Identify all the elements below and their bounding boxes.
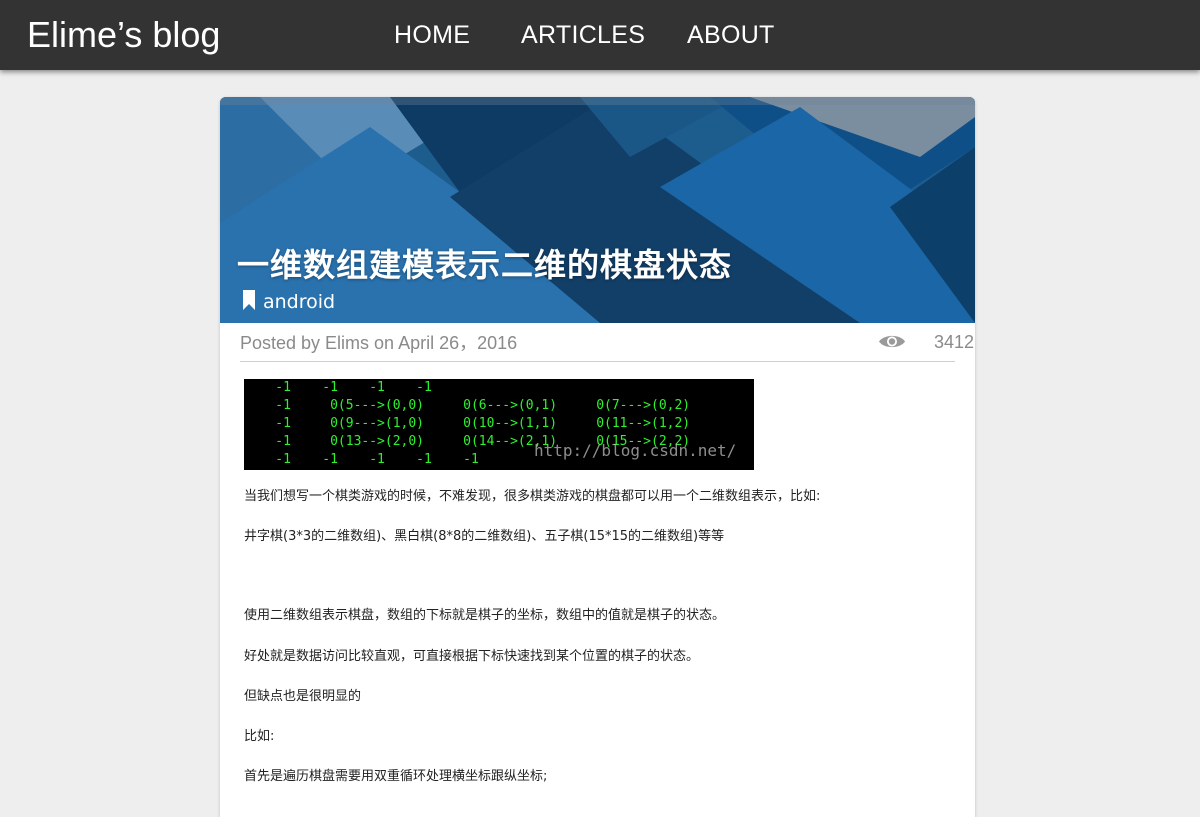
nav-home-link[interactable]: HOME <box>394 19 470 51</box>
terminal-line: -1 -1 -1 -1 -1 <box>244 452 479 467</box>
post-card: 一维数组建模表示二维的棋盘状态 android Posted by Elims … <box>220 97 975 817</box>
terminal-line: -1 -1 -1 -1 <box>244 380 432 395</box>
article-paragraph: 井字棋(3*3的二维数组)、黑白棋(8*8的二维数组)、五子棋(15*15的二维… <box>244 529 725 544</box>
top-navbar: Elime’s blog HOME ARTICLES ABOUT <box>0 0 1200 70</box>
article-paragraph: 首先是遍历棋盘需要用双重循环处理横坐标跟纵坐标; <box>244 769 548 784</box>
post-meta: Posted by Elims on April 26，2016 3412 <box>240 329 974 362</box>
post-banner: 一维数组建模表示二维的棋盘状态 android <box>220 97 975 323</box>
code-screenshot-image: -1 -1 -1 -1 -1 0(5--->(0,0) 0(6--->(0,1)… <box>244 379 754 470</box>
post-author-date: Posted by Elims on April 26，2016 <box>240 333 518 353</box>
bookmark-icon <box>243 290 255 310</box>
nav-about-link[interactable]: ABOUT <box>687 19 775 51</box>
nav-articles-link[interactable]: ARTICLES <box>521 19 645 51</box>
view-count: 3412 <box>934 332 975 352</box>
article-paragraph: 好处就是数据访问比较直观，可直接根据下标快速找到某个位置的棋子的状态。 <box>244 649 700 664</box>
article-paragraph: 但缺点也是很明显的 <box>244 689 362 704</box>
blog-brand-link[interactable]: Elime’s blog <box>27 12 220 58</box>
article-paragraph: 使用二维数组表示棋盘，数组的下标就是棋子的坐标，数组中的值就是棋子的状态。 <box>244 608 726 623</box>
post-title: 一维数组建模表示二维的棋盘状态 <box>237 246 733 284</box>
terminal-line: -1 0(9--->(1,0) 0(10-->(1,1) 0(11-->(1,2… <box>244 416 691 431</box>
article-paragraph: 当我们想写一个棋类游戏的时候，不难发现，很多棋类游戏的棋盘都可以用一个二维数组表… <box>244 489 821 504</box>
tag-android-link[interactable]: android <box>263 290 335 314</box>
eye-icon <box>879 335 905 348</box>
terminal-line: -1 0(5--->(0,0) 0(6--->(0,1) 0(7--->(0,2… <box>244 398 691 413</box>
image-watermark: http://blog.csdn.net/ <box>534 441 737 460</box>
article-paragraph: 比如: <box>244 729 275 744</box>
